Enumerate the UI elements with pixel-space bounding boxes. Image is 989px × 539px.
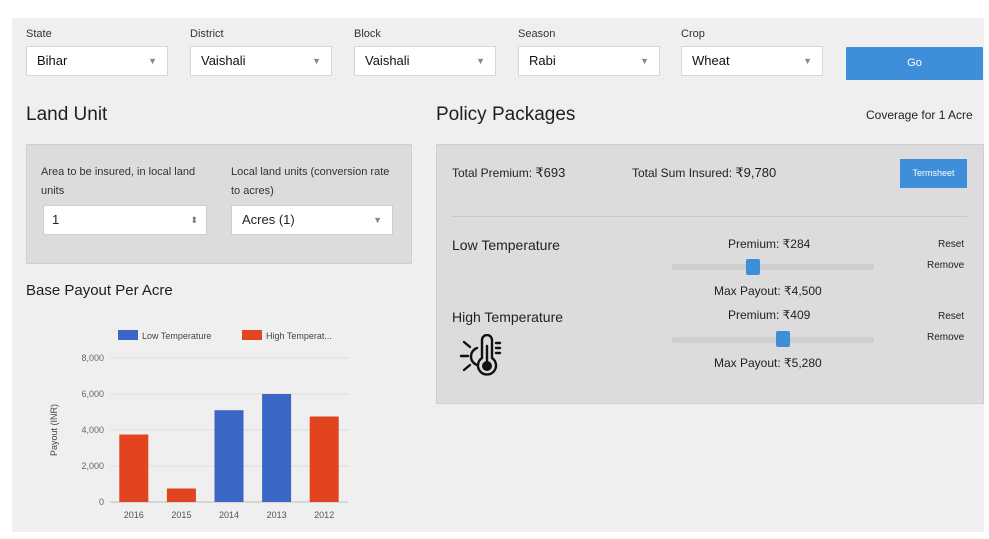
stepper-icon[interactable]: ⬍ (190, 206, 198, 234)
chevron-down-icon: ▼ (640, 56, 649, 66)
x-tick-label: 2012 (314, 510, 334, 520)
chevron-down-icon: ▼ (476, 56, 485, 66)
area-input-value: 1 (52, 212, 60, 227)
package-low-temperature-max-payout: Max Payout: ₹4,500 (714, 284, 822, 298)
filter-crop-label: Crop (681, 28, 705, 40)
filter-district: District Vaishali ▼ (190, 28, 332, 76)
x-tick-label: 2014 (219, 510, 239, 520)
legend-swatch (242, 330, 262, 340)
package-low-temperature-name: Low Temperature (452, 237, 560, 253)
filter-state: State Bihar ▼ (26, 28, 168, 76)
legend-label: Low Temperature (142, 331, 211, 341)
crop-select-value: Wheat (692, 53, 730, 68)
area-input[interactable]: 1 ⬍ (43, 205, 207, 235)
crop-select[interactable]: Wheat ▼ (681, 46, 823, 76)
high-temperature-slider[interactable] (672, 337, 874, 343)
district-select-value: Vaishali (201, 53, 246, 68)
unit-select[interactable]: Acres (1) ▼ (231, 205, 393, 235)
filter-state-label: State (26, 28, 52, 40)
block-select[interactable]: Vaishali ▼ (354, 46, 496, 76)
y-tick-label: 2,000 (81, 461, 104, 471)
state-select[interactable]: Bihar ▼ (26, 46, 168, 76)
low-temperature-remove-button[interactable]: Remove (927, 260, 964, 271)
chevron-down-icon: ▼ (373, 215, 382, 225)
app-window: State Bihar ▼ District Vaishali ▼ Block … (12, 18, 984, 532)
chevron-down-icon: ▼ (312, 56, 321, 66)
total-premium: Total Premium: ₹693 (452, 165, 565, 181)
filter-season: Season Rabi ▼ (518, 28, 660, 76)
land-unit-title: Land Unit (26, 104, 108, 125)
total-sum-label: Total Sum Insured: (632, 166, 733, 180)
divider (452, 216, 967, 217)
package-high-temperature-name: High Temperature (452, 309, 564, 325)
go-button[interactable]: Go (846, 47, 983, 80)
high-temperature-thermometer-icon (459, 334, 502, 376)
low-temperature-slider[interactable] (672, 264, 874, 270)
package-high-temperature-max-payout: Max Payout: ₹5,280 (714, 356, 822, 370)
season-select-value: Rabi (529, 53, 556, 68)
filter-block-label: Block (354, 28, 381, 40)
coverage-label: Coverage for 1 Acre (866, 108, 973, 122)
legend-swatch (118, 330, 138, 340)
bar (166, 488, 196, 502)
bar (262, 394, 292, 502)
state-select-value: Bihar (37, 53, 68, 68)
bar (119, 434, 149, 502)
district-select[interactable]: Vaishali ▼ (190, 46, 332, 76)
x-tick-label: 2015 (171, 510, 191, 520)
chevron-down-icon: ▼ (148, 56, 157, 66)
x-tick-label: 2013 (267, 510, 287, 520)
unit-select-value: Acres (1) (242, 212, 295, 227)
total-sum-insured: Total Sum Insured: ₹9,780 (632, 165, 776, 181)
low-temperature-reset-button[interactable]: Reset (938, 239, 964, 250)
package-low-temperature-premium: Premium: ₹284 (728, 237, 811, 251)
block-select-value: Vaishali (365, 53, 410, 68)
policy-packages-title: Policy Packages (436, 104, 576, 125)
y-tick-label: 4,000 (81, 425, 104, 435)
total-sum-value: ₹9,780 (735, 165, 777, 180)
bar (214, 410, 244, 502)
bar (309, 416, 339, 502)
y-axis-label: Payout (INR) (49, 404, 59, 456)
filter-season-label: Season (518, 28, 556, 40)
filter-district-label: District (190, 28, 224, 40)
legend-label: High Temperat... (266, 331, 332, 341)
high-temperature-slider-handle[interactable] (776, 331, 791, 347)
filter-crop: Crop Wheat ▼ (681, 28, 823, 76)
y-tick-label: 6,000 (81, 389, 104, 399)
high-temperature-reset-button[interactable]: Reset (938, 311, 964, 322)
filter-block: Block Vaishali ▼ (354, 28, 496, 76)
total-premium-value: ₹693 (535, 165, 566, 180)
total-premium-label: Total Premium: (452, 166, 533, 180)
package-high-temperature-premium: Premium: ₹409 (728, 308, 811, 322)
season-select[interactable]: Rabi ▼ (518, 46, 660, 76)
termsheet-button[interactable]: Termsheet (900, 159, 967, 188)
unit-label: Local land units (conversion rate to acr… (231, 166, 390, 197)
low-temperature-slider-handle[interactable] (745, 259, 760, 275)
area-label: Area to be insured, in local land units (41, 166, 196, 197)
land-unit-panel: Area to be insured, in local land units … (26, 144, 412, 264)
chevron-down-icon: ▼ (803, 56, 812, 66)
y-tick-label: 0 (99, 497, 104, 507)
high-temperature-remove-button[interactable]: Remove (927, 332, 964, 343)
y-tick-label: 8,000 (81, 353, 104, 363)
base-payout-title: Base Payout Per Acre (26, 282, 173, 299)
base-payout-chart: 0 2,000 4,000 6,000 8,000 Payout (INR) 2016 201… (49, 330, 348, 520)
x-tick-label: 2016 (124, 510, 144, 520)
